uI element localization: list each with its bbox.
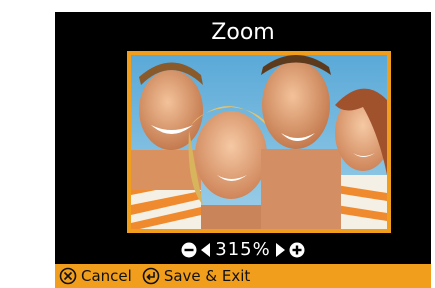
save-exit-label: Save & Exit (163, 267, 251, 285)
plus-circle-icon[interactable] (289, 242, 305, 258)
zoom-value: 315% (215, 239, 271, 260)
save-exit-button[interactable]: Save & Exit (142, 267, 250, 285)
screen-title: Zoom (211, 20, 275, 45)
cancel-circle-x-icon (59, 267, 77, 285)
right-triangle-icon[interactable] (275, 242, 286, 258)
zoomed-photo[interactable] (131, 55, 387, 229)
minus-circle-icon[interactable] (181, 242, 197, 258)
photo-frame (127, 51, 391, 233)
zoom-controls: 315% (55, 239, 431, 261)
enter-return-icon (142, 267, 160, 285)
left-triangle-icon[interactable] (200, 242, 211, 258)
action-bar: Cancel Save & Exit (55, 264, 431, 288)
zoom-screen: Zoom 315% Cancel Save & Exit (55, 12, 431, 288)
cancel-label: Cancel (81, 267, 132, 285)
cancel-button[interactable]: Cancel (59, 267, 132, 285)
